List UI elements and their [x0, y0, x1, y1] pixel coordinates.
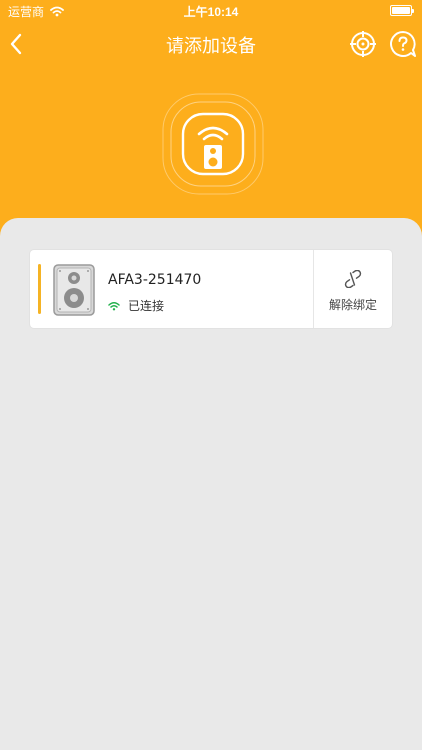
device-thumbnail: [53, 264, 95, 316]
device-status: 已连接: [108, 297, 164, 314]
status-time: 上午10:14: [183, 5, 239, 19]
hero-device-icon: [161, 92, 265, 196]
status-bar: 运营商 上午10:14: [0, 0, 422, 22]
device-name: AFA3-251470: [108, 272, 202, 288]
device-card[interactable]: AFA3-251470 已连接 解除绑定: [30, 250, 392, 328]
unbind-button[interactable]: 解除绑定: [314, 250, 392, 328]
wifi-icon: [108, 301, 120, 310]
target-icon: [350, 31, 376, 57]
unbind-label: 解除绑定: [328, 298, 377, 312]
card-accent-bar: [38, 264, 41, 314]
connection-status-text: 已连接: [128, 299, 165, 313]
unlink-icon: [344, 270, 362, 288]
help-bubble-icon: [390, 31, 416, 57]
navigation-bar: 请添加设备: [0, 22, 422, 66]
battery-icon: [390, 5, 414, 16]
help-button[interactable]: [389, 30, 417, 58]
wifi-speaker-icon: [162, 93, 264, 195]
speaker-icon: [53, 264, 95, 316]
scan-target-button[interactable]: [349, 30, 377, 58]
